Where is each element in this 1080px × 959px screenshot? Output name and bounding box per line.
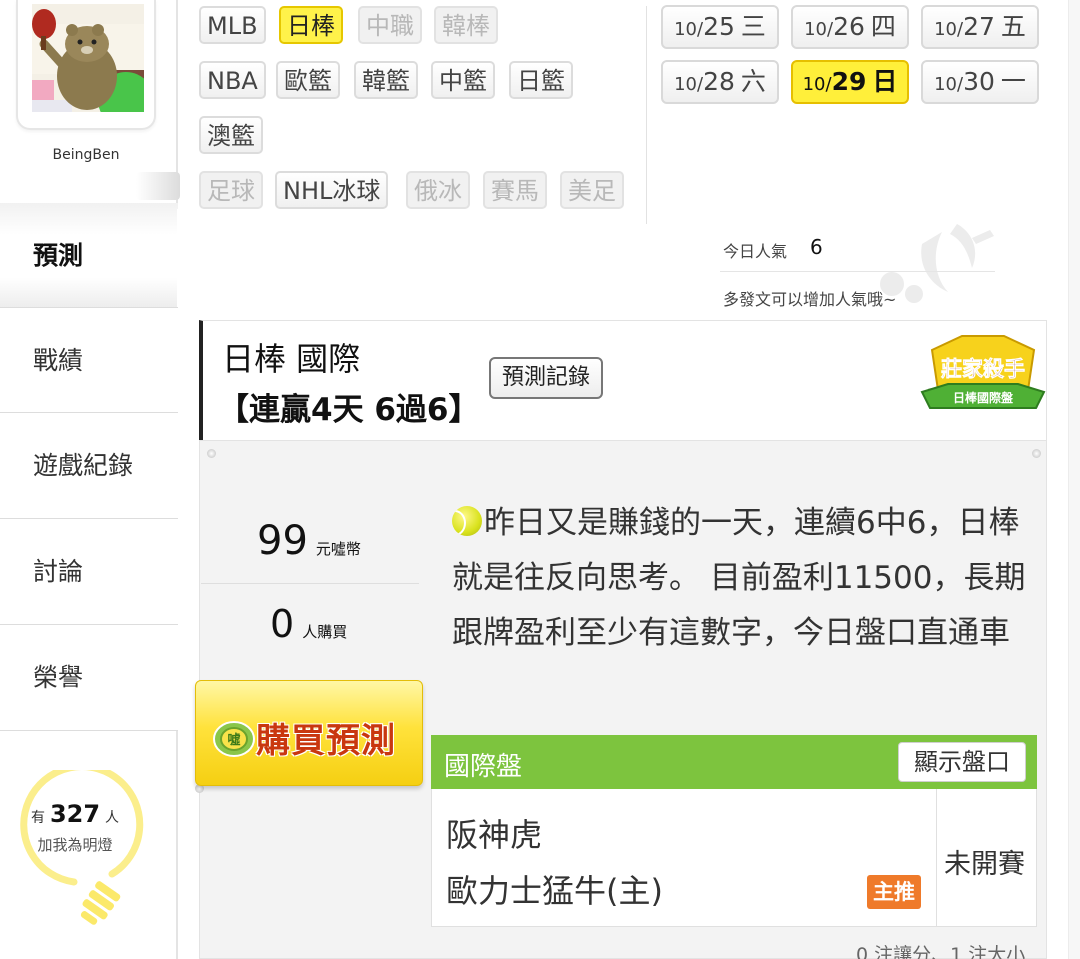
- popularity-value: 6: [810, 235, 823, 259]
- sport-tab-cpbl[interactable]: 中職: [358, 6, 422, 44]
- date-1027[interactable]: 10/27 五: [921, 5, 1039, 49]
- price-divider: [201, 583, 419, 584]
- show-odds-button[interactable]: 顯示盤口: [898, 742, 1026, 782]
- prediction-buyers: 0 人購買: [270, 602, 348, 646]
- softball-icon: [452, 506, 482, 536]
- sport-tab-mlb[interactable]: MLB: [199, 6, 266, 44]
- buy-prediction-button[interactable]: 噓 購買預測: [195, 680, 423, 786]
- sport-tab-nhl[interactable]: NHL冰球: [275, 171, 389, 209]
- sidebar-item-label: 榮譽: [33, 663, 84, 692]
- sport-tab-npb[interactable]: 日棒: [279, 6, 343, 44]
- home-team: 歐力士猛牛(主): [446, 872, 663, 910]
- scrollbar-track[interactable]: [1068, 0, 1080, 959]
- panel-rivet: [207, 449, 216, 458]
- sport-tab-soccer[interactable]: 足球: [199, 171, 263, 209]
- sport-tab-korea-basketball[interactable]: 韓籃: [354, 61, 418, 99]
- sidebar-item-label: 討論: [33, 557, 84, 586]
- avatar[interactable]: [32, 4, 144, 112]
- date-1028[interactable]: 10/28 六: [661, 60, 779, 104]
- prediction-streak: 【連贏4天 6過6】: [218, 392, 480, 428]
- away-team: 阪神虎: [446, 816, 543, 854]
- date-1030[interactable]: 10/30 一: [921, 60, 1039, 104]
- avatar-card[interactable]: [16, 0, 156, 130]
- sport-tab-horse-racing[interactable]: 賽馬: [483, 171, 547, 209]
- fan-lightbulb[interactable]: 有 327 人 加我為明燈: [12, 770, 162, 930]
- header-divider: [646, 6, 647, 224]
- prediction-title: 日棒 國際: [222, 340, 361, 378]
- svg-text:莊家殺手: 莊家殺手: [941, 357, 1025, 381]
- sidebar-item-game-history[interactable]: 遊戲紀錄: [0, 413, 178, 519]
- sidebar-item-label: 戰績: [33, 346, 84, 375]
- sidebar-item-honor[interactable]: 榮譽: [0, 625, 178, 731]
- fan-count: 有 327 人: [30, 800, 120, 828]
- date-1029[interactable]: 10/29 日: [791, 60, 909, 104]
- bookmaker-killer-badge: 莊家殺手 日棒國際盤: [920, 335, 1046, 409]
- sport-tab-aus-basketball[interactable]: 澳籃: [199, 116, 263, 154]
- sport-tab-euro-basketball[interactable]: 歐籃: [276, 61, 340, 99]
- fan-caption: 加我為明燈: [37, 836, 113, 854]
- panel-rivet: [1032, 449, 1041, 458]
- sidebar-item-predict[interactable]: 預測: [0, 203, 180, 309]
- odds-title: 國際盤: [444, 752, 523, 782]
- main-pick-badge: 主推: [867, 875, 921, 909]
- sidebar-item-label: 遊戲紀錄: [33, 451, 134, 480]
- svg-text:噓: 噓: [227, 732, 240, 748]
- bet-summary: 0 注讓分、1 注大小: [856, 944, 1026, 959]
- sport-tab-nfl[interactable]: 美足: [560, 171, 624, 209]
- coin-icon: 噓: [213, 721, 255, 757]
- sport-tab-kbo[interactable]: 韓棒: [434, 6, 498, 44]
- odds-separator: [936, 789, 937, 927]
- sport-tab-nba[interactable]: NBA: [199, 61, 266, 99]
- buy-prediction-label: 購買預測: [256, 721, 396, 761]
- sidebar-item-discussion[interactable]: 討論: [0, 519, 178, 625]
- sidebar-divider: [136, 172, 180, 200]
- popularity-divider: [720, 271, 995, 272]
- sport-tab-china-basketball[interactable]: 中籃: [431, 61, 495, 99]
- sport-tab-russian-hockey[interactable]: 俄冰: [406, 171, 470, 209]
- date-1025[interactable]: 10/25 三: [661, 5, 779, 49]
- svg-text:日棒國際盤: 日棒國際盤: [953, 390, 1014, 405]
- sport-tab-japan-basketball[interactable]: 日籃: [509, 61, 573, 99]
- active-indicator: [177, 209, 180, 309]
- username[interactable]: BeingBen: [0, 147, 172, 163]
- popularity-tip: 多發文可以增加人氣哦~: [723, 290, 897, 309]
- date-1026[interactable]: 10/26 四: [791, 5, 909, 49]
- game-status: 未開賽: [944, 849, 1025, 880]
- popularity-label: 今日人氣: [723, 242, 788, 261]
- sidebar-item-record[interactable]: 戰績: [0, 307, 178, 413]
- prediction-post-text: 昨日又是賺錢的一天，連續6中6，日棒就是往反向思考。 目前盈利11500，長期跟…: [452, 505, 1026, 651]
- prediction-price: 99 元噓幣: [257, 518, 361, 564]
- prediction-post: 昨日又是賺錢的一天，連續6中6，日棒就是往反向思考。 目前盈利11500，長期跟…: [452, 496, 1032, 661]
- sidebar: BeingBen 預測 戰績 遊戲紀錄 討論 榮譽 有 327 人 加我為明燈: [0, 0, 180, 959]
- sidebar-item-label: 預測: [33, 241, 84, 270]
- prediction-record-button[interactable]: 預測記錄: [489, 357, 603, 399]
